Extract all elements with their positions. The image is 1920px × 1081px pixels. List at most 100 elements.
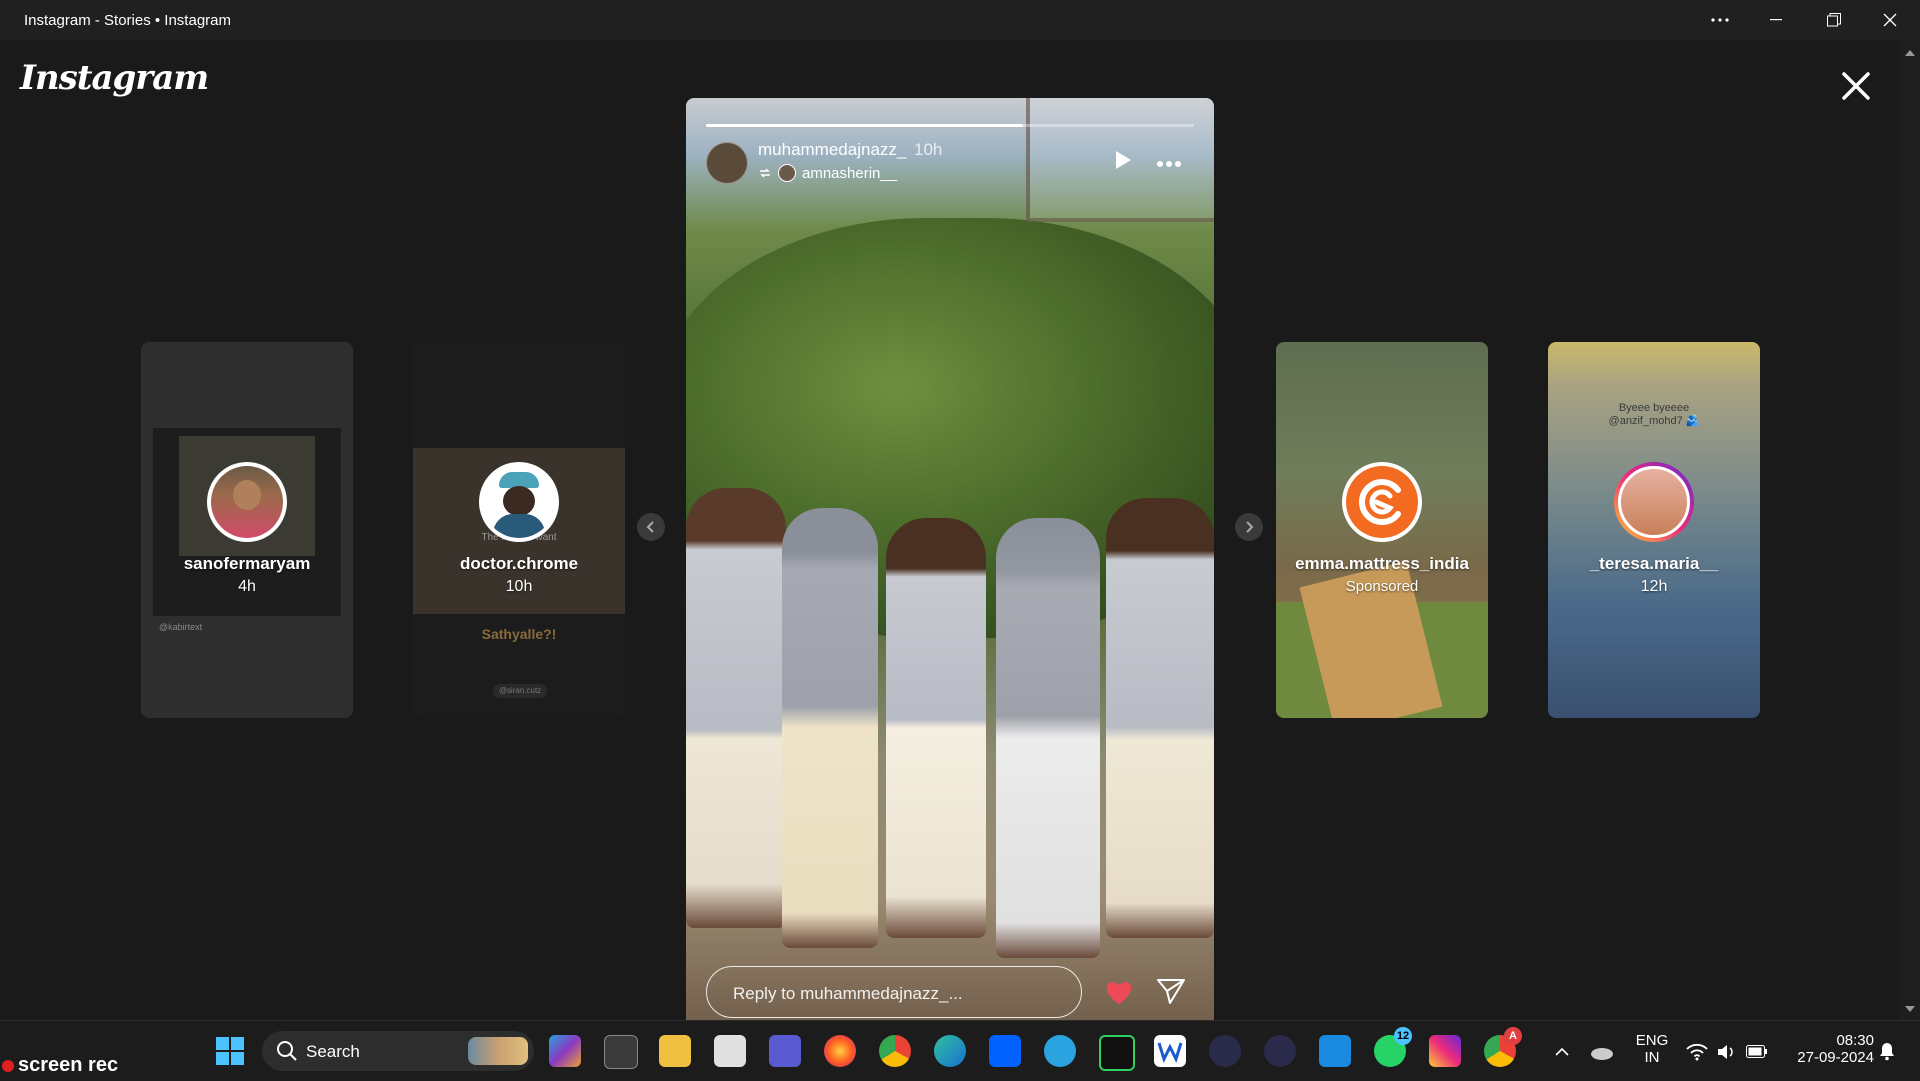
story-progress-fill xyxy=(706,124,1024,127)
scroll-up-icon[interactable] xyxy=(1900,46,1920,60)
preview-overlay-text: Byeee byeeee @anzif_mohd7 🫂 xyxy=(1608,402,1700,427)
teams-icon[interactable] xyxy=(769,1035,801,1067)
restore-button[interactable] xyxy=(1806,0,1862,40)
story-photo-person xyxy=(886,518,986,938)
firefox-icon[interactable] xyxy=(824,1035,856,1067)
task-view-icon[interactable] xyxy=(604,1035,638,1069)
windows-logo-icon xyxy=(216,1037,244,1065)
active-story[interactable]: muhammedajnazz_ 10h amnasherin__ xyxy=(686,98,1214,1038)
send-icon[interactable] xyxy=(1156,976,1186,1006)
reply-box[interactable] xyxy=(706,966,1082,1018)
onedrive-icon[interactable] xyxy=(1590,1043,1614,1061)
watermark-text: screen rec xyxy=(18,1054,119,1076)
avatar xyxy=(1346,466,1418,538)
start-button[interactable] xyxy=(214,1035,246,1067)
stories-viewer: Instagram @kabirtext sanofermaryam 4h Th… xyxy=(0,40,1900,1038)
side-story-card[interactable]: Byeee byeeee @anzif_mohd7 🫂 _teresa.mari… xyxy=(1548,342,1760,718)
word-icon[interactable] xyxy=(1154,1035,1186,1067)
close-icon xyxy=(1883,13,1897,27)
side-story-card[interactable]: @kabirtext sanofermaryam 4h xyxy=(141,342,353,718)
wifi-icon[interactable] xyxy=(1686,1043,1708,1061)
record-dot-icon xyxy=(2,1059,14,1072)
search-highlight-image xyxy=(468,1037,528,1065)
avatar xyxy=(211,466,283,538)
story-progress-bar xyxy=(706,124,1194,127)
story-tag: @siran.cutz xyxy=(493,684,547,698)
restore-icon xyxy=(1827,13,1841,27)
reposted-avatar xyxy=(778,164,796,182)
sponsored-label: Sponsored xyxy=(1345,578,1419,595)
dropbox-icon[interactable] xyxy=(989,1035,1021,1067)
copilot-icon[interactable] xyxy=(549,1035,581,1067)
language-code: ENG xyxy=(1635,1032,1669,1049)
side-story-card[interactable]: emma.mattress_india Sponsored xyxy=(1276,342,1488,718)
emma-logo-icon xyxy=(1359,479,1401,525)
windows-taskbar: Search 12 A ENG IN 08:30 27-09-2024 xyxy=(0,1020,1920,1081)
chevron-up-icon[interactable] xyxy=(1554,1047,1570,1057)
minimize-icon xyxy=(1770,19,1782,21)
scroll-down-icon[interactable] xyxy=(1900,1002,1920,1016)
microsoft-store-icon[interactable] xyxy=(714,1035,746,1067)
story-author-username[interactable]: muhammedajnazz_ xyxy=(758,140,906,160)
story-username: doctor.chrome xyxy=(459,554,579,573)
story-time: 10h xyxy=(914,140,943,159)
story-username: _teresa.maria__ xyxy=(1589,554,1719,573)
chevron-right-icon xyxy=(1246,521,1254,533)
edge-icon[interactable] xyxy=(934,1035,966,1067)
window-title: Instagram - Stories • Instagram xyxy=(24,12,231,29)
date-text: 27-09-2024 xyxy=(1797,1049,1874,1066)
search-label: Search xyxy=(306,1042,360,1061)
taskbar-search[interactable]: Search xyxy=(262,1031,534,1071)
telegram-icon[interactable] xyxy=(1044,1035,1076,1067)
story-caption: Sathyalle?! xyxy=(481,626,557,642)
reply-input[interactable] xyxy=(731,981,1055,1007)
instagram-icon[interactable] xyxy=(1429,1035,1461,1067)
instagram-logo[interactable]: Instagram xyxy=(20,58,209,98)
avatar xyxy=(483,466,555,538)
story-time: 4h xyxy=(238,578,256,595)
profile-badge: A xyxy=(1504,1027,1522,1045)
vertical-scrollbar[interactable] xyxy=(1900,40,1920,1020)
play-icon[interactable] xyxy=(1114,150,1132,170)
minimize-button[interactable] xyxy=(1748,0,1804,40)
time-text: 08:30 xyxy=(1836,1032,1874,1049)
eclipse-icon[interactable] xyxy=(1209,1035,1241,1067)
more-options-button[interactable] xyxy=(1692,0,1748,40)
close-window-button[interactable] xyxy=(1862,0,1918,40)
eclipse-alt-icon[interactable] xyxy=(1264,1035,1296,1067)
next-story-button[interactable] xyxy=(1235,513,1263,541)
language-indicator[interactable]: ENG IN xyxy=(1632,1032,1672,1066)
story-photo-person xyxy=(686,488,786,928)
pycharm-icon[interactable] xyxy=(1099,1035,1135,1071)
story-tag: @kabirtext xyxy=(159,622,203,632)
chrome-profile-icon[interactable]: A xyxy=(1484,1027,1522,1067)
story-photo-person xyxy=(996,518,1100,958)
chevron-left-icon xyxy=(646,521,654,533)
title-bar: Instagram - Stories • Instagram xyxy=(0,0,1920,40)
previous-story-button[interactable] xyxy=(637,513,665,541)
repost-icon xyxy=(760,168,770,178)
vscode-icon[interactable] xyxy=(1319,1035,1351,1067)
story-options-icon[interactable] xyxy=(1156,160,1182,168)
file-explorer-icon[interactable] xyxy=(659,1035,691,1067)
region-code: IN xyxy=(1644,1049,1660,1066)
repost-info[interactable]: amnasherin__ xyxy=(758,164,897,182)
story-username: emma.mattress_india xyxy=(1295,554,1469,573)
clock[interactable]: 08:30 27-09-2024 xyxy=(1778,1032,1874,1066)
battery-icon[interactable] xyxy=(1746,1045,1768,1059)
close-stories-icon[interactable] xyxy=(1838,68,1874,104)
story-time: 12h xyxy=(1640,578,1668,595)
ellipsis-icon xyxy=(1711,18,1729,22)
like-heart-icon[interactable] xyxy=(1104,978,1134,1006)
notification-badge: 12 xyxy=(1394,1027,1412,1045)
notification-bell-icon[interactable] xyxy=(1878,1041,1896,1061)
chrome-icon[interactable] xyxy=(879,1035,911,1067)
reposted-from-username: amnasherin__ xyxy=(802,164,898,182)
side-story-card[interactable]: The father I want Sathyalle?! @siran.cut… xyxy=(413,342,625,718)
volume-icon[interactable] xyxy=(1716,1043,1736,1061)
story-author-avatar[interactable] xyxy=(706,142,748,184)
avatar xyxy=(1618,466,1690,538)
screenrec-watermark: screen rec xyxy=(2,1054,118,1077)
search-icon xyxy=(277,1041,297,1061)
whatsapp-icon[interactable]: 12 xyxy=(1374,1027,1412,1067)
